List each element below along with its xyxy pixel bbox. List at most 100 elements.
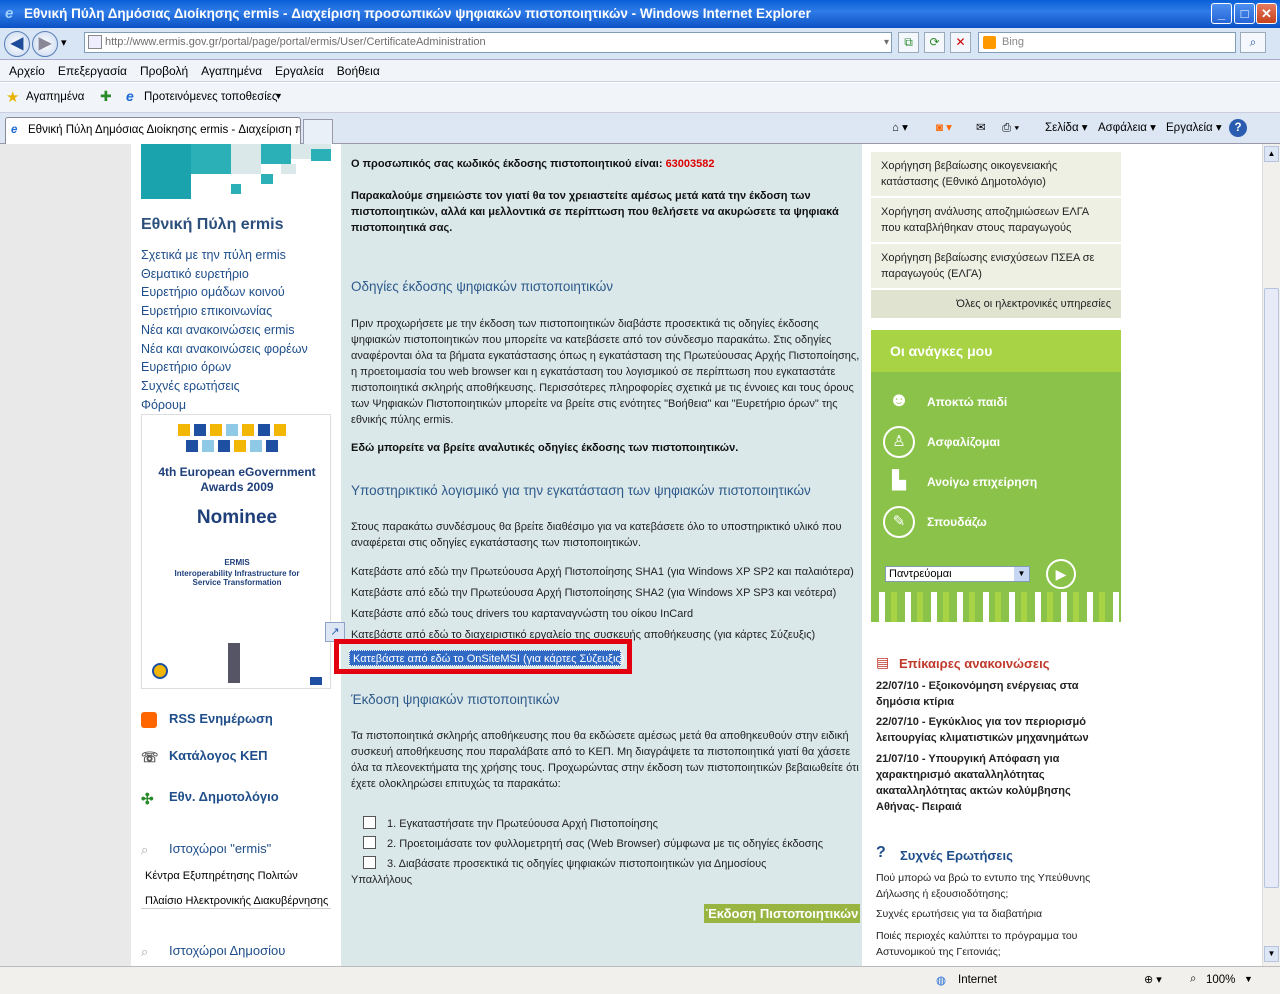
home-icon[interactable]: ⌂ ▾ xyxy=(892,119,908,137)
service-psea[interactable]: Χορήγηση βεβαίωσης ενισχύσεων ΠΣΕΑ σε πα… xyxy=(871,244,1121,290)
checkbox-ca-installed[interactable] xyxy=(363,816,376,829)
site-egov-framework[interactable]: Πλαίσιο Ηλεκτρονικής Διακυβέρνησης xyxy=(145,895,328,907)
scroll-up-icon[interactable]: ▲ xyxy=(1264,146,1279,162)
globe-icon: ◍ xyxy=(936,975,947,987)
family-icon: ☻ xyxy=(888,389,910,411)
checkbox-instructions-read[interactable] xyxy=(363,856,376,869)
link-faq[interactable]: Συχνές ερωτήσεις xyxy=(141,377,308,396)
faq-item-1[interactable]: Πού μπορώ να βρώ το εντυπο της Υπεύθυνης… xyxy=(876,870,1111,902)
kep-catalog-link[interactable]: ☏ Κατάλογος ΚΕΠ xyxy=(141,748,268,765)
need-studies[interactable]: Σπουδάζω xyxy=(927,515,987,529)
search-input[interactable]: Bing xyxy=(978,32,1236,53)
service-elga-analysis[interactable]: Χορήγηση ανάλυσης αποζημιώσεων ΕΛΓΑ που … xyxy=(871,198,1121,244)
faq-item-3[interactable]: Ποιές περιοχές καλύπτει το πρόγραμμα του… xyxy=(876,928,1111,960)
scroll-thumb[interactable] xyxy=(1264,288,1279,888)
compat-view-icon[interactable]: ⧉ xyxy=(898,32,919,53)
link-about[interactable]: Σχετικά με την πύλη ermis xyxy=(141,246,308,265)
rss-link[interactable]: RSS Ενημέρωση xyxy=(141,711,273,728)
award-desc: Interoperability Infrastructure for Serv… xyxy=(174,569,300,587)
dimotologio-link[interactable]: ✣ Εθν. Δημοτολόγιο xyxy=(141,789,279,808)
stop-icon[interactable]: ✕ xyxy=(950,32,971,53)
menu-file[interactable]: Αρχείο xyxy=(0,60,49,78)
new-tab-button[interactable] xyxy=(303,119,333,144)
vertical-scrollbar[interactable]: ▲ ▼ xyxy=(1262,144,1280,966)
close-button[interactable]: ✕ xyxy=(1256,3,1277,24)
print-icon[interactable]: ⎙ ▾ xyxy=(1002,119,1019,137)
forward-button[interactable]: ▶ xyxy=(32,31,58,57)
refresh-icon[interactable]: ⟳ xyxy=(924,32,945,53)
shop-icon: ▙ xyxy=(892,470,906,490)
download-incard-drivers[interactable]: Κατεβάστε από εδώ τους drivers του καρτα… xyxy=(351,608,693,620)
maximize-button[interactable]: □ xyxy=(1234,3,1255,24)
minimize-button[interactable]: _ xyxy=(1211,3,1232,24)
suggested-sites-icon: e xyxy=(126,88,134,104)
address-bar[interactable]: http://www.ermis.gov.gr/portal/page/port… xyxy=(84,32,892,53)
news-item-1[interactable]: 22/07/10 - Εξοικονόμηση ενέργειας στα δη… xyxy=(876,678,1111,710)
menu-bar: Αρχείο Επεξεργασία Προβολή Αγαπημένα Εργαλεί… xyxy=(0,60,1280,82)
favorites-button[interactable]: Αγαπημένα xyxy=(26,91,84,103)
history-dropdown-icon[interactable]: ▾ xyxy=(61,36,67,49)
menu-edit[interactable]: Επεξεργασία xyxy=(49,60,131,78)
navigation-bar: ◀ ▶ ▾ http://www.ermis.gov.gr/portal/pag… xyxy=(0,28,1280,60)
faq-item-2[interactable]: Συχνές ερωτήσεις για τα διαβατήρια xyxy=(876,906,1111,922)
tab-bar: e Εθνική Πύλη Δημόσιας Διοίκησης ermis -… xyxy=(0,113,1280,144)
site-kep[interactable]: Κέντρα Εξυπηρέτησης Πολιτών xyxy=(145,870,298,882)
download-sha2[interactable]: Κατεβάστε από εδώ την Πρωτεύουσα Αρχή Πι… xyxy=(351,587,836,599)
link-ermis-news[interactable]: Νέα και ανακοινώσεις ermis xyxy=(141,321,308,340)
scroll-down-icon[interactable]: ▼ xyxy=(1264,946,1279,962)
needs-go-button[interactable]: ▶ xyxy=(1046,559,1076,589)
back-button[interactable]: ◀ xyxy=(4,31,30,57)
news-icon: ▤ xyxy=(876,654,890,670)
zoom-dropdown-icon[interactable]: ▼ xyxy=(1244,974,1253,984)
news-heading: Επίκαιρες ανακοινώσεις xyxy=(899,656,1050,671)
suggested-sites-link[interactable]: Προτεινόμενες τοποθεσίες xyxy=(144,91,277,103)
issue-certificates-button[interactable]: Έκδοση Πιστοποιητικών xyxy=(704,904,860,923)
link-audience-index[interactable]: Ευρετήριο ομάδων κοινού xyxy=(141,283,308,302)
security-zone-icon[interactable]: ⊕ ▾ xyxy=(1144,973,1162,986)
need-child[interactable]: Αποκτώ παιδί xyxy=(927,395,1007,409)
need-insurance[interactable]: Ασφαλίζομαι xyxy=(927,435,1000,449)
link-contact-index[interactable]: Ευρετήριο επικοινωνίας xyxy=(141,302,308,321)
menu-tools[interactable]: Εργαλεία xyxy=(266,60,328,78)
all-services-link[interactable]: Όλες οι ηλεκτρονικές υπηρεσίες xyxy=(871,290,1121,320)
portal-title: Εθνική Πύλη ermis xyxy=(141,216,284,233)
menu-favorites[interactable]: Αγαπημένα xyxy=(192,60,266,78)
needs-select[interactable]: Παντρεύομαι ▼ xyxy=(885,566,1030,582)
link-agency-news[interactable]: Νέα και ανακοινώσεις φορέων xyxy=(141,340,308,359)
link-forum[interactable]: Φόρουμ xyxy=(141,396,308,415)
safety-menu[interactable]: Ασφάλεια ▾ xyxy=(1098,119,1156,137)
search-button[interactable]: ⌕ xyxy=(1240,32,1266,53)
menu-view[interactable]: Προβολή xyxy=(131,60,192,78)
add-favorite-icon[interactable]: ✚ xyxy=(100,88,112,105)
software-text: Στους παρακάτω συνδέσμους θα βρείτε διαθ… xyxy=(351,521,842,549)
tab-ermis[interactable]: e Εθνική Πύλη Δημόσιας Διοίκησης ermis -… xyxy=(5,117,301,144)
zoom-level[interactable]: 100% xyxy=(1206,974,1235,986)
news-item-3[interactable]: 21/07/10 - Υπουργική Απόφαση για χαρακτη… xyxy=(876,751,1111,815)
news-item-2[interactable]: 22/07/10 - Εγκύκλιος για τον περιορισμό … xyxy=(876,714,1111,746)
instructions-link[interactable]: Εδώ μπορείτε να βρείτε αναλυτικές οδηγίε… xyxy=(351,440,861,456)
cert-code-note: Παρακαλούμε σημειώστε τον γιατί θα τον χ… xyxy=(351,190,839,234)
tools-menu[interactable]: Εργαλεία ▾ xyxy=(1166,119,1222,137)
link-glossary[interactable]: Ευρετήριο όρων xyxy=(141,358,308,377)
zoom-icon[interactable]: ⌕ xyxy=(1190,973,1196,986)
check-label-1: 1. Εγκαταστήσατε την Πρωτεύουσα Αρχή Πισ… xyxy=(387,818,658,830)
download-sha1[interactable]: Κατεβάστε από εδώ την Πρωτεύουσα Αρχή Πι… xyxy=(351,566,854,578)
address-dropdown-icon[interactable]: ▾ xyxy=(884,33,889,52)
need-business[interactable]: Ανοίγω επιχείρηση xyxy=(927,475,1037,489)
link-thematic-index[interactable]: Θεματικό ευρετήριο xyxy=(141,265,308,284)
favorites-star-icon[interactable]: ★ xyxy=(6,88,19,106)
page-menu[interactable]: Σελίδα ▾ xyxy=(1045,119,1088,137)
service-family-status[interactable]: Χορήγηση βεβαίωσης οικογενειακής κατάστα… xyxy=(871,152,1121,198)
issue-heading: Έκδοση ψηφιακών πιστοποιητικών xyxy=(351,692,560,707)
menu-help[interactable]: Βοήθεια xyxy=(328,60,384,78)
right-sidebar: Χορήγηση βεβαίωσης οικογενειακής κατάστα… xyxy=(862,144,1262,966)
rss-feeds-icon[interactable]: ◙ ▾ xyxy=(936,119,952,137)
graduation-icon: ✎ xyxy=(883,506,915,538)
read-mail-icon[interactable]: ✉ xyxy=(976,119,986,137)
checkbox-browser-prepared[interactable] xyxy=(363,836,376,849)
egov-award-banner[interactable]: 4th European eGovernment Awards 2009 Nom… xyxy=(141,414,331,689)
help-icon[interactable]: ? xyxy=(1229,119,1247,137)
person-icon: ♙ xyxy=(883,426,915,458)
portal-links: Σχετικά με την πύλη ermis Θεματικό ευρετ… xyxy=(141,246,308,414)
suggested-dropdown-icon[interactable]: ▼ xyxy=(274,91,283,101)
